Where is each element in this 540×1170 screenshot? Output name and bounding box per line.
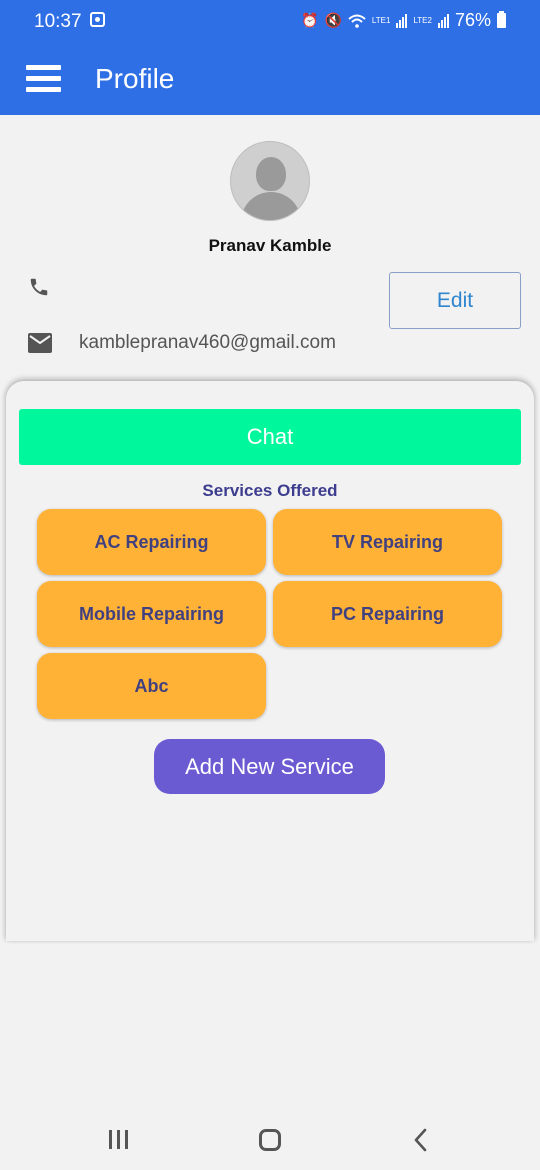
battery-icon <box>497 11 506 28</box>
wifi-icon <box>348 14 366 28</box>
avatar <box>230 141 310 221</box>
service-chip-tv-repairing[interactable]: TV Repairing <box>273 509 502 575</box>
mail-icon <box>28 333 52 353</box>
lte1-label: LTE1 <box>371 15 391 25</box>
profile-email: kamblepranav460@gmail.com <box>79 332 336 353</box>
battery-percent: 76% <box>454 10 491 30</box>
chat-button[interactable]: Chat <box>19 409 521 465</box>
edit-button[interactable]: Edit <box>389 272 521 329</box>
notification-icon <box>90 12 105 27</box>
app-header: 10:37 ⏰ 🔇 LTE1 LTE2 76% Profile <box>0 0 540 115</box>
menu-icon[interactable] <box>26 64 62 94</box>
status-icons: ⏰ 🔇 LTE1 LTE2 76% <box>301 10 506 31</box>
status-time: 10:37 <box>34 11 82 32</box>
status-bar: 10:37 ⏰ 🔇 LTE1 LTE2 76% <box>0 0 540 44</box>
alarm-icon: ⏰ <box>301 12 319 28</box>
phone-icon <box>30 278 48 296</box>
add-new-service-button[interactable]: Add New Service <box>154 739 385 794</box>
lte2-label: LTE2 <box>413 15 432 25</box>
profile-name: Pranav Kamble <box>208 236 332 255</box>
signal-icon <box>396 13 408 28</box>
service-chip-ac-repairing[interactable]: AC Repairing <box>37 509 266 575</box>
service-chip-mobile-repairing[interactable]: Mobile Repairing <box>37 581 266 647</box>
services-title: Services Offered <box>202 481 338 500</box>
page-title: Profile <box>95 63 175 94</box>
nav-back-icon[interactable] <box>412 1128 428 1152</box>
system-nav-bar <box>0 1110 540 1170</box>
nav-home-icon[interactable] <box>259 1129 281 1151</box>
signal-icon-2 <box>437 13 449 28</box>
nav-recent-apps-icon[interactable] <box>108 1130 130 1150</box>
mute-icon: 🔇 <box>324 12 342 28</box>
service-chip-pc-repairing[interactable]: PC Repairing <box>273 581 502 647</box>
service-chip-abc[interactable]: Abc <box>37 653 266 719</box>
